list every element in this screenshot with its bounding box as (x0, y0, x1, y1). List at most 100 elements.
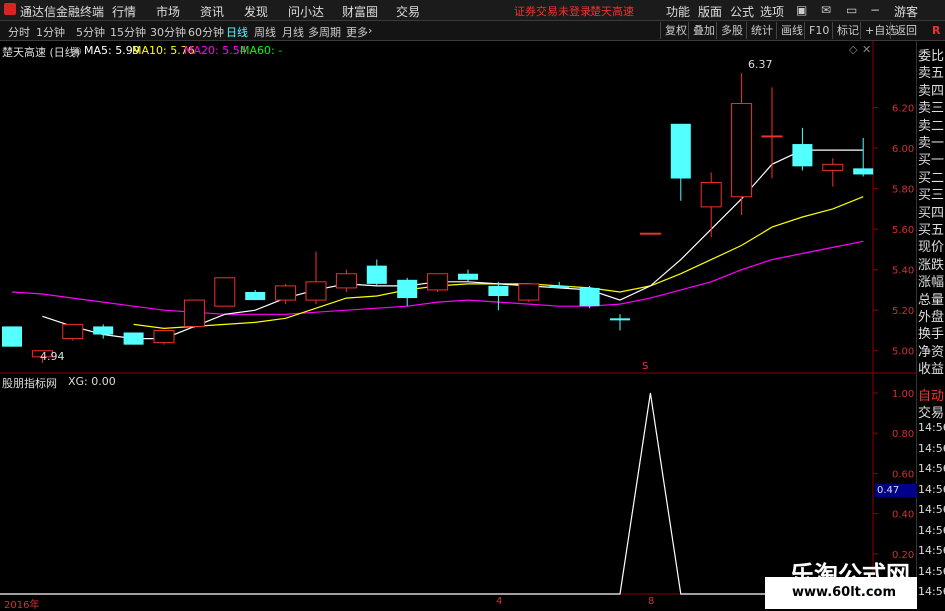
candles (2, 73, 874, 363)
tool-biaoji[interactable]: 标记 (832, 22, 863, 39)
candle-body-up (335, 273, 357, 289)
candle-body-up (153, 329, 175, 344)
candle-body-up (305, 281, 327, 301)
period-multi[interactable]: 多周期 (308, 24, 341, 40)
side-time: 14:56 (918, 421, 945, 434)
menu-shichang[interactable]: 市场 (156, 3, 180, 20)
candle-body-down (610, 318, 630, 321)
period-60min[interactable]: 60分钟 (188, 24, 224, 40)
period-1min[interactable]: 1分钟 (36, 24, 65, 40)
app-title: 通达信金融终端 (20, 5, 105, 19)
window-icon[interactable]: ▣ (796, 3, 807, 17)
side-time: 14:56 (918, 523, 945, 537)
current-value-tag: 0.47 (875, 484, 917, 497)
watermark-url: www.60lt.com (792, 585, 897, 600)
side-label-trade[interactable]: 交易 (918, 402, 945, 421)
high-annotation: 6.37 (748, 58, 773, 71)
candle-body-up (700, 182, 722, 208)
tool-fanhui[interactable]: 返回 (890, 22, 921, 39)
candle-body-down (123, 332, 144, 345)
menu-caifuquan[interactable]: 财富圈 (342, 3, 378, 20)
chat-icon[interactable]: ✉ (821, 3, 831, 17)
side-time: 14:56 (918, 585, 945, 598)
stock-name-title: 楚天高速 (590, 5, 634, 18)
price-tick-label: 5.20 (892, 306, 914, 317)
sub-chart (0, 392, 873, 595)
tool-diejia[interactable]: 叠加 (688, 22, 719, 39)
price-tick-label: 6.00 (892, 144, 914, 155)
low-annotation: 4.94 (40, 350, 65, 363)
side-label: 卖一 (918, 136, 945, 151)
chevron-right-icon[interactable]: › (368, 24, 372, 37)
trade-login-status[interactable]: 证券交易未登录 (514, 3, 591, 19)
menu-faxian[interactable]: 发现 (244, 3, 268, 20)
side-time: 14:56 (918, 462, 945, 475)
user-label[interactable]: 游客 (894, 3, 918, 20)
menu-xuanxiang[interactable]: 选项 (760, 3, 784, 20)
candle-body-down (792, 144, 813, 167)
tool-duogu[interactable]: 多股 (716, 22, 747, 39)
period-5min[interactable]: 5分钟 (76, 24, 105, 40)
side-label: 外盘 (918, 310, 945, 325)
menu-zixun[interactable]: 资讯 (200, 3, 224, 20)
side-label: 收益 (918, 362, 945, 378)
signal-marker: S (642, 361, 649, 372)
side-label: 涨幅 (918, 275, 945, 291)
candle-body-down (366, 265, 387, 284)
period-30min[interactable]: 30分钟 (150, 24, 186, 40)
menu-banmian[interactable]: 版面 (698, 3, 722, 20)
date-label-4: 4 (496, 596, 503, 607)
price-tick-label: 6.20 (892, 104, 914, 115)
candle-body-up (518, 283, 540, 301)
kline-chart[interactable]: 6.20 6.00 5.80 5.60 5.40 5.20 5.00 1.00 0.80 0.60… (0, 41, 945, 609)
candle-body-up (62, 323, 84, 340)
period-15min[interactable]: 15分钟 (110, 24, 146, 40)
price-tick-label: 5.00 (892, 347, 914, 358)
side-label: 买五 (918, 223, 945, 238)
side-label: 买二 (918, 170, 945, 186)
xg-line (0, 392, 873, 595)
period-more[interactable]: 更多 (346, 24, 368, 40)
candle-body-down (458, 273, 478, 280)
period-monthly[interactable]: 月线 (282, 24, 304, 40)
candle-body-up (731, 103, 753, 198)
candle-body-down (579, 287, 600, 307)
side-label: 买一 (918, 153, 945, 169)
menu-hangqing[interactable]: 行情 (112, 3, 136, 20)
side-label: 买三 (918, 188, 945, 204)
sub-tick-label: 1.00 (892, 389, 914, 400)
tool-fuquan[interactable]: 复权 (660, 22, 691, 39)
app-logo-icon (4, 3, 16, 15)
menu-jiaoyi[interactable]: 交易 (396, 3, 420, 20)
side-label: 买四 (918, 205, 945, 221)
sub-tick-label: 0.40 (892, 510, 914, 521)
settings-icon[interactable]: ▭ (846, 3, 857, 17)
side-time: 14:56 (918, 441, 945, 455)
period-weekly[interactable]: 周线 (254, 24, 276, 40)
candle-body-down (488, 285, 509, 297)
sub-tick-label: 0.60 (892, 469, 914, 480)
menu-wenxiaoda[interactable]: 问小达 (288, 3, 324, 20)
period-fenshi[interactable]: 分时 (8, 24, 30, 40)
candle-body-down (670, 123, 691, 179)
minimize-icon[interactable]: − (870, 3, 880, 17)
tool-f10[interactable]: F10 (804, 22, 833, 39)
r-indicator: R (932, 24, 941, 37)
side-label: 卖三 (918, 101, 945, 117)
side-time: 14:56 (918, 503, 945, 516)
date-label-8: 8 (648, 596, 655, 607)
side-label: 涨跌 (918, 257, 945, 273)
menu-gongshi[interactable]: 公式 (730, 3, 754, 20)
side-label: 卖二 (918, 118, 945, 134)
tool-tongji[interactable]: 统计 (746, 22, 777, 39)
price-tick-label: 5.60 (892, 225, 914, 236)
candle-body-down (245, 291, 266, 301)
tool-huaxian[interactable]: 画线 (776, 22, 807, 39)
candle-body-up (822, 163, 844, 171)
candle-body-down (93, 326, 114, 335)
side-time: 14:56 (918, 544, 945, 557)
side-label: 换手 (918, 327, 945, 343)
period-daily[interactable]: 日线 (226, 24, 248, 40)
candle-body-down (853, 168, 874, 175)
menu-gongneng[interactable]: 功能 (666, 3, 690, 20)
